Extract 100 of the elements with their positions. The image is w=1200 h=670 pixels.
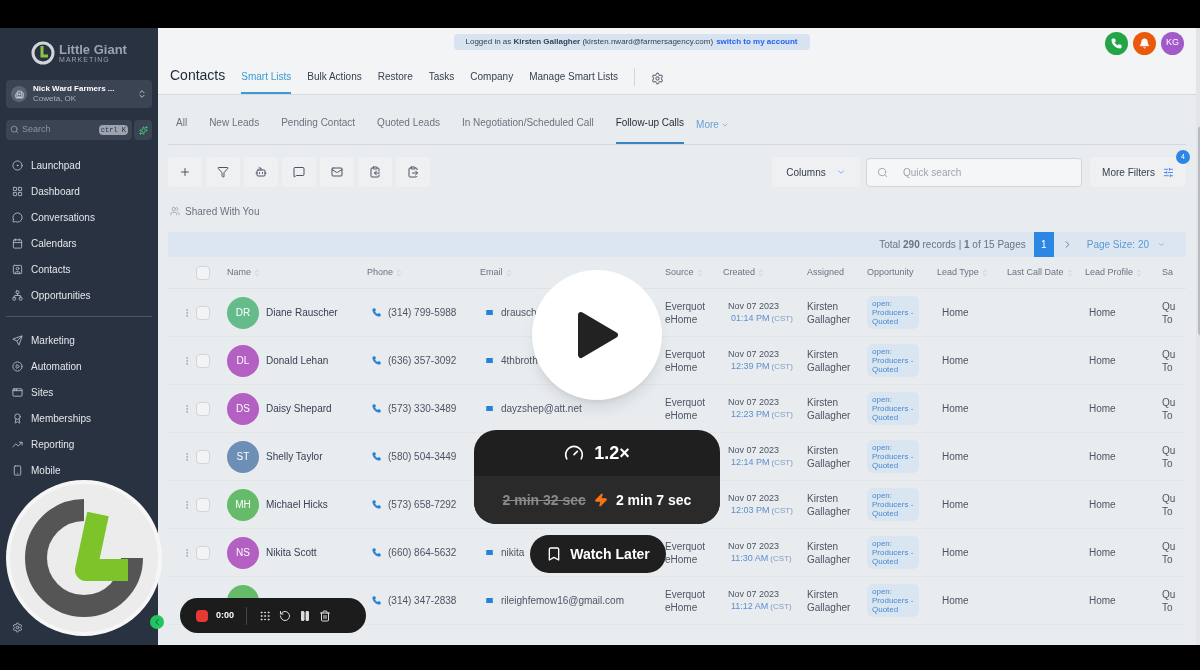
column-header[interactable]: Last Call Date [1007,265,1074,280]
speed-card[interactable]: 1.2× 2 min 32 sec 2 min 7 sec [474,430,720,524]
row-checkbox[interactable] [196,449,210,464]
column-header[interactable]: Sa [1162,265,1173,280]
nav-item[interactable]: Reporting [6,431,152,457]
row-checkbox[interactable] [196,497,210,512]
contact-name[interactable]: Shelly Taylor [266,449,323,464]
header-tab[interactable]: Restore [377,69,413,94]
toolbar-button[interactable] [282,157,316,187]
bell-icon [1139,37,1150,49]
nav-item[interactable]: Dashboard [6,178,152,204]
column-header[interactable]: Source [665,265,704,280]
select-all-checkbox[interactable] [196,265,210,280]
quick-search-field[interactable]: Quick search [866,157,1082,187]
column-header[interactable]: Created [723,265,766,280]
contact-name[interactable]: Michael Hicks [266,497,328,512]
contact-name[interactable]: Diane Rauscher [266,305,338,320]
nav-item[interactable]: Conversations [6,204,152,230]
list-tab[interactable]: In Negotiation/Scheduled Call [461,115,594,144]
column-header[interactable]: Email [480,265,513,280]
nav-item[interactable]: Memberships [6,405,152,431]
settings-icon[interactable] [12,621,23,633]
column-header[interactable]: Lead Type [937,265,989,280]
contact-name[interactable]: Donald Lehan [266,353,329,368]
phone-number[interactable]: (314) 799-5988 [388,305,457,320]
phone-icon [1111,37,1122,49]
columns-dropdown[interactable]: Columns [772,157,860,187]
list-tab[interactable]: Follow-up Calls [615,115,685,144]
search-icon [10,125,19,134]
header-tab[interactable]: Tasks [428,69,455,94]
email-address[interactable]: rileighfemow16@gmail.com [501,593,624,608]
notifications-button[interactable] [1133,31,1156,55]
list-tab[interactable]: All [176,115,188,144]
list-tab[interactable]: Quoted Leads [377,115,440,144]
pause-icon[interactable] [299,609,311,622]
lead-type: Home [941,450,969,464]
column-header[interactable]: Assigned [807,265,845,280]
lightning-icon [593,493,608,507]
column-header[interactable]: Opportunity [867,265,914,280]
watch-later-button[interactable]: Watch Later [530,535,666,573]
ai-button[interactable] [134,120,152,140]
truncated-cell: Qu To [1162,443,1176,470]
restart-icon[interactable] [279,609,291,622]
nav-item[interactable]: Mobile [6,457,152,483]
nav-item[interactable]: Launchpad [6,152,152,178]
drag-handle-icon[interactable] [259,609,271,622]
contact-name[interactable]: Daisy Shepard [266,401,332,416]
row-checkbox[interactable] [196,401,210,416]
nav-item[interactable]: Sites [6,379,152,405]
contact-avatar: DR [227,296,259,329]
delete-icon[interactable] [319,609,331,622]
timezone-label: (CST) [771,505,793,517]
timezone-label: (CST) [771,361,793,373]
email-address[interactable]: nikita [501,545,525,560]
phone-number[interactable]: (580) 504-3449 [388,449,457,464]
column-header[interactable]: Phone [367,265,404,280]
row-checkbox[interactable] [196,353,210,368]
email-address[interactable]: drausch [501,305,537,320]
list-tab[interactable]: New Leads [209,115,260,144]
stop-button[interactable] [196,609,208,622]
phone-number[interactable]: (660) 864-5632 [388,545,457,560]
header-tab[interactable]: Bulk Actions [307,69,362,94]
email-address[interactable]: 4thbroth [501,353,538,368]
page-button[interactable]: 1 [1033,232,1054,257]
nav-item[interactable]: Contacts [6,256,152,282]
toolbar-button[interactable] [320,157,354,187]
nav-item[interactable]: Marketing [6,327,152,353]
row-checkbox[interactable] [196,545,210,560]
created-time: 11:12 AM [731,600,769,612]
switch-account-link[interactable]: switch to my account [716,36,798,48]
account-switcher[interactable]: Nick Ward Farmers ... Coweta, OK [6,80,152,108]
phone-number[interactable]: (573) 330-3489 [388,401,457,416]
toolbar-button[interactable] [206,157,240,187]
settings-icon[interactable] [651,72,665,85]
column-header[interactable]: Name [227,265,261,280]
nav-item[interactable]: Opportunities [6,282,152,308]
phone-button[interactable] [1105,31,1128,55]
window-icon [12,386,23,398]
nav-item[interactable]: Calendars [6,230,152,256]
toolbar-button[interactable] [396,157,430,187]
mail-icon [485,404,494,413]
email-address[interactable]: dayzshep@att.net [501,401,582,416]
contact-name[interactable]: Nikita Scott [266,545,317,560]
phone-number[interactable]: (314) 347-2838 [388,593,457,608]
play-icon [12,360,23,372]
list-tab[interactable]: Pending Contact [281,115,356,144]
phone-number[interactable]: (573) 658-7292 [388,497,457,512]
gauge-icon [564,443,585,463]
user-avatar[interactable]: KG [1161,31,1184,55]
header-tab[interactable]: Company [470,69,514,94]
phone-number[interactable]: (636) 357-3092 [388,353,457,368]
toolbar-button[interactable] [244,157,278,187]
toolbar-button[interactable] [358,157,392,187]
lead-source: Everquot eHome [665,539,707,566]
search-icon [877,166,888,178]
row-checkbox[interactable] [196,305,210,320]
header-tab[interactable]: Manage Smart Lists [529,69,619,94]
column-header[interactable]: Lead Profile [1085,265,1144,280]
nav-item[interactable]: Automation [6,353,152,379]
toolbar-button[interactable] [168,157,202,187]
